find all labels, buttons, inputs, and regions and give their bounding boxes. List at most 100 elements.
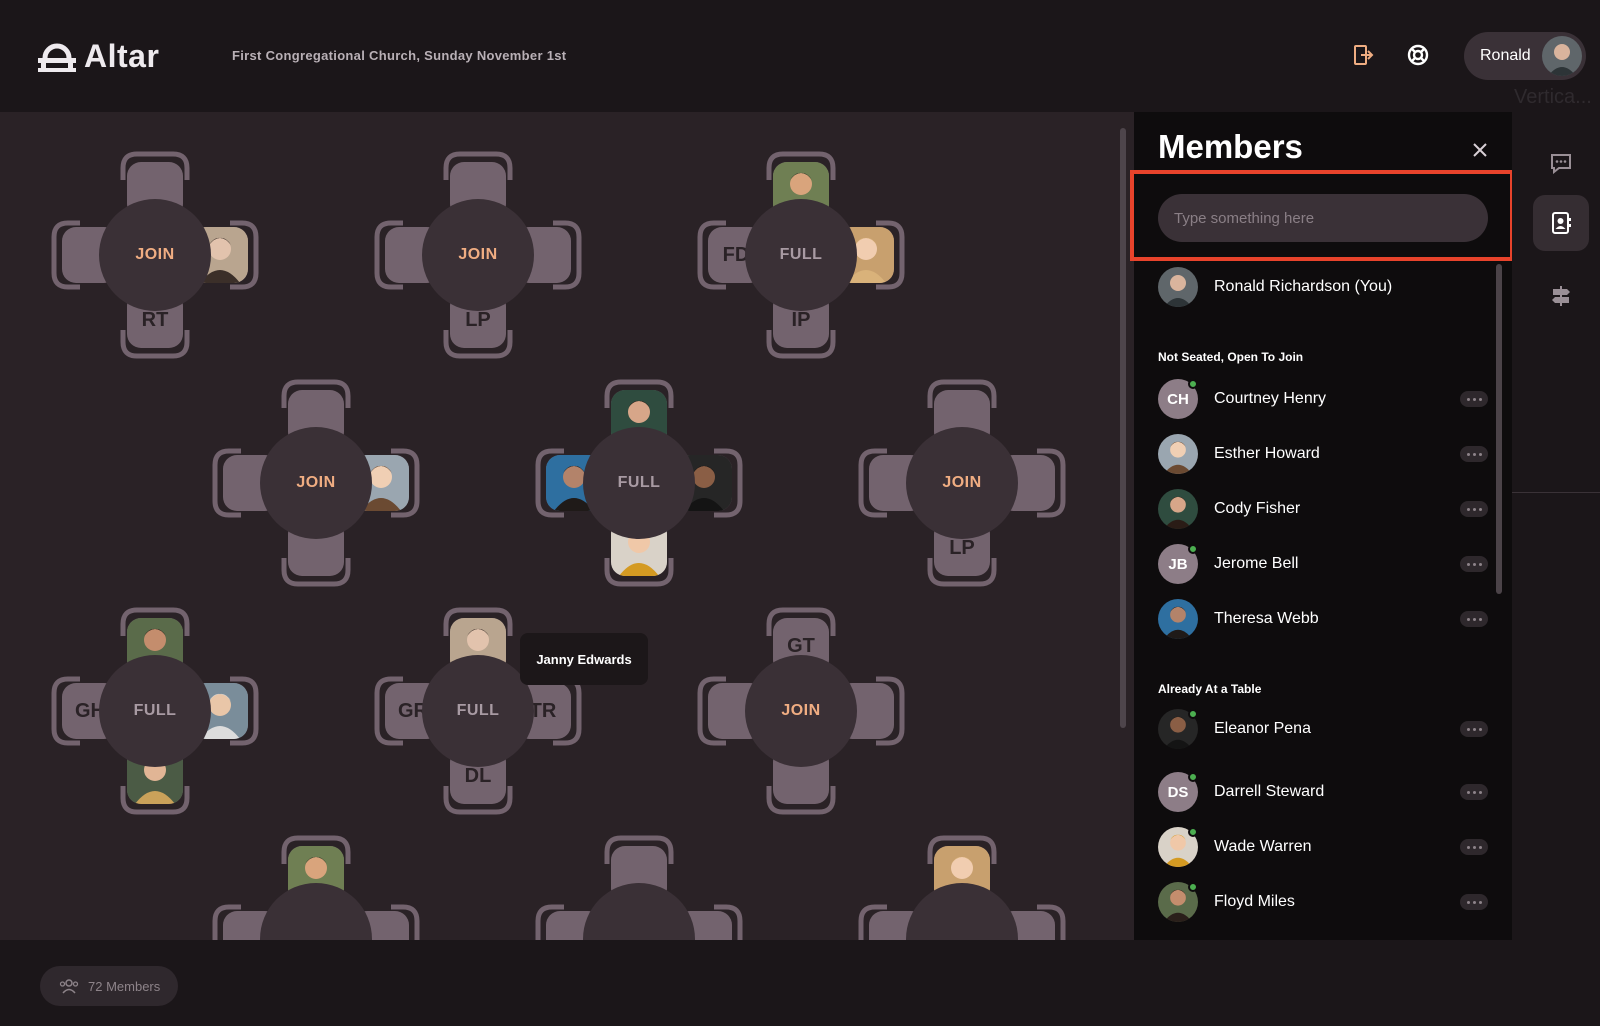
table-status-join[interactable]: JOIN	[99, 199, 211, 311]
member-self[interactable]: Ronald Richardson (You)	[1158, 267, 1488, 307]
member-name: Esther Howard	[1214, 445, 1320, 462]
table-center	[583, 883, 695, 940]
table-partial-1	[211, 834, 421, 940]
list-item[interactable]: Esther Howard	[1158, 434, 1488, 474]
user-menu-button[interactable]: Ronald	[1464, 32, 1586, 80]
table-partial-3	[857, 834, 1067, 940]
avatar-initials: JB	[1168, 555, 1188, 573]
avatar-initials: DS	[1167, 783, 1189, 801]
signpost-icon[interactable]	[1533, 268, 1589, 324]
avatar	[1158, 882, 1198, 922]
avatar-initials: CH	[1167, 390, 1189, 408]
avatar	[1158, 489, 1198, 529]
avatar	[1158, 434, 1198, 474]
list-item[interactable]: Wade Warren	[1158, 827, 1488, 867]
member-name: Darrell Steward	[1214, 783, 1325, 800]
people-icon	[59, 979, 79, 994]
online-indicator	[1188, 379, 1198, 389]
app-root: Altar First Congregational Church, Sunda…	[0, 0, 1600, 1026]
table-9: GT JOIN	[696, 606, 906, 816]
list-item[interactable]: CH Courtney Henry	[1158, 379, 1488, 419]
event-title: First Congregational Church, Sunday Nove…	[232, 48, 567, 63]
more-options-icon[interactable]	[1460, 839, 1488, 855]
table-status-join[interactable]: JOIN	[422, 199, 534, 311]
avatar: DS	[1158, 772, 1198, 812]
more-options-icon[interactable]	[1460, 611, 1488, 627]
door-exit-icon[interactable]	[1350, 42, 1376, 68]
altar-logo[interactable]: Altar	[38, 38, 159, 75]
bottom-bar: 72 Members	[0, 940, 1600, 1026]
avatar	[1158, 267, 1198, 307]
panel-title: Members	[1158, 128, 1303, 165]
table-3: FD IP FULL	[696, 150, 906, 360]
more-options-icon[interactable]	[1460, 556, 1488, 572]
avatar: JB	[1158, 544, 1198, 584]
member-name: Cody Fisher	[1214, 500, 1301, 517]
user-name: Ronald	[1480, 47, 1531, 64]
table-status-full: FULL	[99, 655, 211, 767]
online-indicator	[1188, 544, 1198, 554]
more-options-icon[interactable]	[1460, 784, 1488, 800]
chat-bubble-icon[interactable]	[1533, 135, 1589, 191]
table-7: GH FULL	[50, 606, 260, 816]
avatar	[1542, 36, 1582, 76]
avatar: CH	[1158, 379, 1198, 419]
more-options-icon[interactable]	[1460, 721, 1488, 737]
table-center	[906, 883, 1018, 940]
section-label: Already At a Table	[1158, 682, 1262, 696]
list-item[interactable]: Eleanor Pena	[1158, 709, 1488, 749]
member-name: Theresa Webb	[1214, 610, 1319, 627]
table-1: RT JOIN	[50, 150, 260, 360]
rail-divider	[1512, 492, 1600, 493]
seating-room: RT JOIN LP JOIN FD IP FULL JOIN FULL LP JOIN GH FULL…	[0, 112, 1134, 940]
section-label: Not Seated, Open To Join	[1158, 350, 1304, 364]
member-name: Floyd Miles	[1214, 893, 1295, 910]
top-header: Altar First Congregational Church, Sunda…	[0, 0, 1600, 112]
member-name: Ronald Richardson (You)	[1214, 278, 1393, 295]
panel-scrollbar[interactable]	[1496, 264, 1502, 594]
members-count-label: 72 Members	[88, 978, 161, 994]
table-status-join[interactable]: JOIN	[745, 655, 857, 767]
more-options-icon[interactable]	[1460, 391, 1488, 407]
avatar	[1158, 827, 1198, 867]
table-status-full: FULL	[583, 427, 695, 539]
member-name: Jerome Bell	[1214, 555, 1299, 572]
table-status-join[interactable]: JOIN	[906, 427, 1018, 539]
avatar	[1158, 709, 1198, 749]
table-6: LP JOIN	[857, 378, 1067, 588]
lifebuoy-icon[interactable]	[1405, 42, 1431, 68]
table-2: LP JOIN	[373, 150, 583, 360]
list-item[interactable]: Floyd Miles	[1158, 882, 1488, 922]
list-item[interactable]: Cody Fisher	[1158, 489, 1488, 529]
online-indicator	[1188, 709, 1198, 719]
avatar	[1158, 599, 1198, 639]
list-item[interactable]: DS Darrell Steward	[1158, 772, 1488, 812]
close-icon[interactable]	[1470, 140, 1490, 160]
more-options-icon[interactable]	[1460, 446, 1488, 462]
table-center	[260, 883, 372, 940]
member-name: Wade Warren	[1214, 838, 1312, 855]
online-indicator	[1188, 827, 1198, 837]
table-status-full: FULL	[422, 655, 534, 767]
table-5: FULL	[534, 378, 744, 588]
table-4: JOIN	[211, 378, 421, 588]
room-scrollbar[interactable]	[1120, 128, 1126, 728]
altar-logo-icon	[38, 43, 76, 72]
online-indicator	[1188, 772, 1198, 782]
members-count-button[interactable]: 72 Members	[40, 966, 178, 1006]
list-item[interactable]: JB Jerome Bell	[1158, 544, 1488, 584]
table-status-full: FULL	[745, 199, 857, 311]
seat-tooltip: Janny Edwards	[520, 633, 648, 685]
app-name: Altar	[84, 38, 160, 74]
ghost-label: Vertica...	[1514, 86, 1592, 108]
more-options-icon[interactable]	[1460, 894, 1488, 910]
table-status-join[interactable]: JOIN	[260, 427, 372, 539]
contact-card-icon[interactable]	[1533, 195, 1589, 251]
list-item[interactable]: Theresa Webb	[1158, 599, 1488, 639]
table-partial-2	[534, 834, 744, 940]
member-name: Eleanor Pena	[1214, 720, 1311, 737]
more-options-icon[interactable]	[1460, 501, 1488, 517]
search-highlight-box	[1130, 170, 1514, 261]
member-name: Courtney Henry	[1214, 390, 1327, 407]
online-indicator	[1188, 882, 1198, 892]
